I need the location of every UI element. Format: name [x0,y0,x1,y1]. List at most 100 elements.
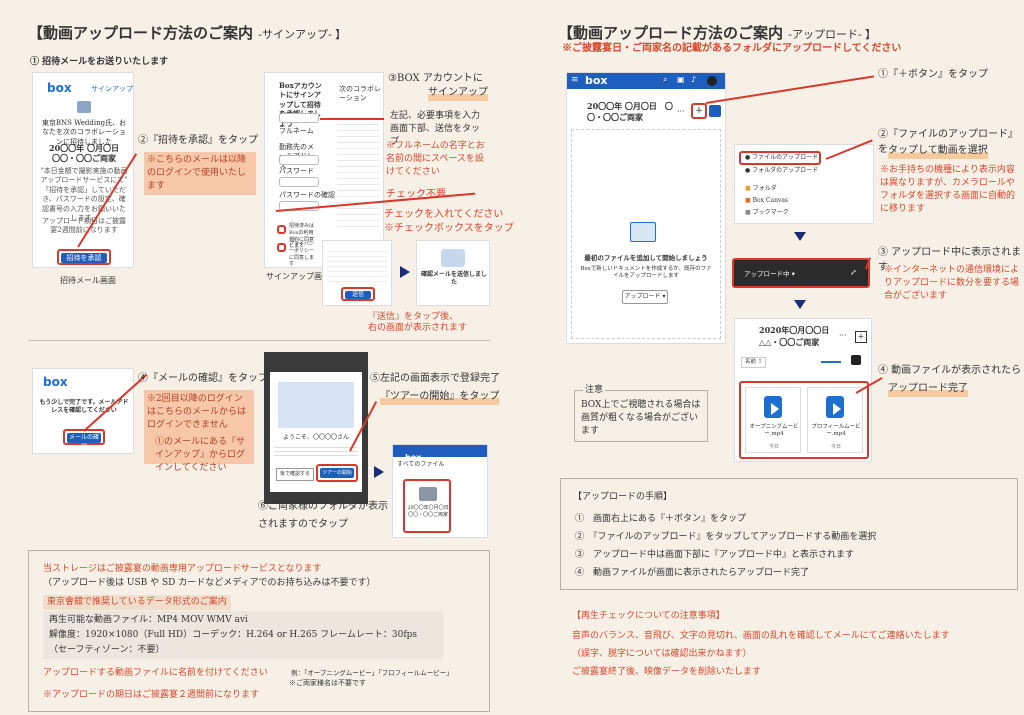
check-line3: ご披露宴終了後、映像データを削除いたします [572,667,762,677]
procedure-step-2: ② 『ファイルのアップロード』をタップしてアップロードする動画を選択 [575,532,877,542]
password-field[interactable] [279,177,319,187]
email-field[interactable] [279,155,319,165]
step3-label-b: サインアップ [428,86,488,101]
share-icon[interactable] [709,105,721,117]
procedure-box: 【アップロードの手順】 ① 画面右上にある『＋ボタン』をタップ ② 『ファイルの… [560,478,1018,590]
send-screen: 送信 [322,240,392,306]
grid-view-icon[interactable] [851,355,861,365]
canvas-icon: ■ [745,197,751,204]
avatar[interactable] [707,76,717,86]
mail-confirm-button[interactable]: メールの確認 [67,433,101,451]
check-line1: 音声のバランス、音飛び、文字の見切れ、画面の乱れを確認してメールにてご連絡いたし… [572,631,950,641]
empty-title: 最初のファイルを追加して開始しましょう [584,254,708,262]
invite-message: "本日金額で撮影実施の動画アップロードサービスにて" 「招待を承認」していただき… [40,167,128,223]
arrow-right [400,266,410,278]
s3-note: ※インターネットの通信環境によりアップロードに数分を要する場合がございます [884,265,1020,302]
name-example-2: ※ご両家様名は不要です [289,679,366,687]
password-confirm-label: パスワードの確認 [279,191,335,199]
format-heading: 東京會舘で推奨しているデータ形式のご案内 [43,595,231,611]
step5-label: ⑤左記の画面表示で登録完了 [370,373,500,384]
name-example: 例：「オープニングムービー」「プロフィールムービー」 [291,669,453,677]
folder-highlight[interactable]: 20〇〇年〇月〇日 〇〇・〇〇ご両家 [403,479,451,533]
checkbox-1[interactable] [277,225,286,234]
menu-item-bookmark[interactable]: ■ ブックマーク [745,209,789,217]
mail-illustration-icon [441,249,465,267]
box-logo: box [43,375,68,389]
bookmark-icon: ■ [745,209,751,216]
caution-box: 注意 BOX上でご視聴される場合は画質が粗くなる場合がございます [574,384,708,442]
folder-title: 20〇〇年 〇月〇日 〇〇・〇〇ご両家 [587,101,673,122]
step1-label: ① 招待メールをお送りいたします [30,57,169,67]
check-heading: 【再生チェックについての注意事項】 [572,611,725,621]
signup-link[interactable]: サインアップ [91,85,133,94]
fullname-field[interactable] [279,113,319,123]
confirm-sent-text: 確認メールを送信しました [421,271,488,287]
tour-later-button[interactable]: 後で確認する [276,468,314,481]
step4-note-2: ①のメールにある『サインアップ』からログインしてください [155,437,246,474]
plus-button[interactable]: + [855,331,867,343]
result-folder-title-2: △△・〇〇ご両家 [759,337,820,347]
s1-label: ①『＋ボタン』をタップ [878,69,988,80]
connector-line [705,75,875,104]
info-line1: 当ストレージはご披露宴の動画専用アップロードサービスとなります [43,564,322,574]
send-button[interactable]: 送信 [345,291,371,299]
file-name-1: オープニングムービー.mp4 [749,424,799,438]
expand-icon[interactable]: ⤢ [850,268,857,277]
box-logo: box [585,74,608,87]
drop-zone[interactable]: 最初のファイルを追加して開始しましょう Boxで新しいドキュメントを作成するか、… [571,129,721,339]
step4-label: ④『メールの確認』をタップ [138,373,268,384]
folder-icon [419,487,437,501]
more-icon[interactable]: ··· [677,107,685,116]
send-screen-text [327,247,387,283]
step2-label: ②『招待を承認』をタップ [138,135,258,146]
deadline-note: ※アップロードの期日はご披露宴２週間前になります [43,690,260,700]
step3-label: ③BOX アカウントに [388,73,483,84]
send-highlight: 送信 [341,287,375,301]
check-line2: （誤字、脱字については確認出来かねます） [572,649,752,659]
box-logo: box [47,81,72,95]
tour-start-highlight: ツアーの開始 [316,464,358,482]
menu-item-canvas[interactable]: ■ Box Canvas [745,197,788,205]
checkbox-2[interactable] [277,243,286,252]
caution-text: BOX上でご視聴される場合は画質が粗くなる場合がございます [581,400,701,437]
accept-highlight: 招待を承認 [57,249,111,265]
step4-note-1: ※2回目以降のログインはこちらのメールからはログインできません [147,394,247,431]
format-line1: 再生可能な動画ファイル：MP4 MOV WMV avi [49,615,248,625]
procedure-step-1: ① 画面右上にある『＋ボタン』をタップ [575,514,747,524]
notes-icon[interactable]: ▣ [677,75,685,84]
menu-icon[interactable]: ≡ [571,75,579,85]
checkbox-2-label: プライバシーポリシーに同意します [289,241,315,268]
divider [28,340,490,341]
tour-illustration [278,382,354,428]
format-block: 再生可能な動画ファイル：MP4 MOV WMV avi 解像度：1920×108… [43,611,443,659]
menu-item-folder[interactable]: ■ フォルダ [745,185,777,193]
empty-text: Boxで新しいドキュメントを作成するか、既存のファイルをアップロードします [580,266,712,280]
tour-start-button[interactable]: ツアーの開始 [320,468,354,478]
file-card-1[interactable]: オープニングムービー.mp4 今日 [745,387,801,453]
bell-icon[interactable]: ♪ [691,75,696,84]
step6-label-b: されますのでタップ [258,519,348,530]
result-folder-title: 2020年〇月〇〇日 [759,325,830,335]
invite-name: 〇〇・〇〇ご両家 [52,153,116,163]
zoom-slider[interactable] [821,361,841,363]
fullname-label: フルネーム [279,127,314,135]
tour-text [274,444,358,458]
format-line2: 解像度：1920×1080（Full HD）コーデック：H.264 or H.2… [49,630,418,641]
upload-button[interactable]: アップロード ▾ [622,290,668,305]
file-card-2[interactable]: プロフィールムービー.mp4 今日 [807,387,863,453]
invite-caption: 招待メール画面 [60,276,116,285]
menu-item-folder-upload[interactable]: ● フォルダのアップロード [745,167,818,175]
plus-button[interactable]: + [691,103,707,119]
menu-item-file-upload[interactable]: ● ファイルのアップロード [745,154,818,162]
sort-dropdown[interactable]: 名前 ↑ [741,357,767,369]
step3-note: ※フルネームの名字とお名前の間にスペースを設けてください [386,141,485,178]
upload-menu: ● ファイルのアップロード ● フォルダのアップロード ■ フォルダ ■ Box… [734,144,874,224]
signup-right-col: 次のコラボレーション [339,85,381,103]
procedure-step-4: ④ 動画ファイルが画面に表示されたらアップロード完了 [575,568,810,578]
search-icon[interactable]: ⌕ [663,75,667,85]
accept-invite-button[interactable]: 招待を承認 [61,253,107,263]
s2-note: ※お手持ちの機種により表示内容は異なりますが、カメラロールやフォルダを選択する画… [880,165,1016,215]
right-title: 【動画アップロード方法のご案内 -アップロード- 】 [558,24,877,42]
more-icon[interactable]: ··· [839,331,847,340]
left-title: 【動画アップロード方法のご案内 -サインアップ- 】 [28,24,347,42]
